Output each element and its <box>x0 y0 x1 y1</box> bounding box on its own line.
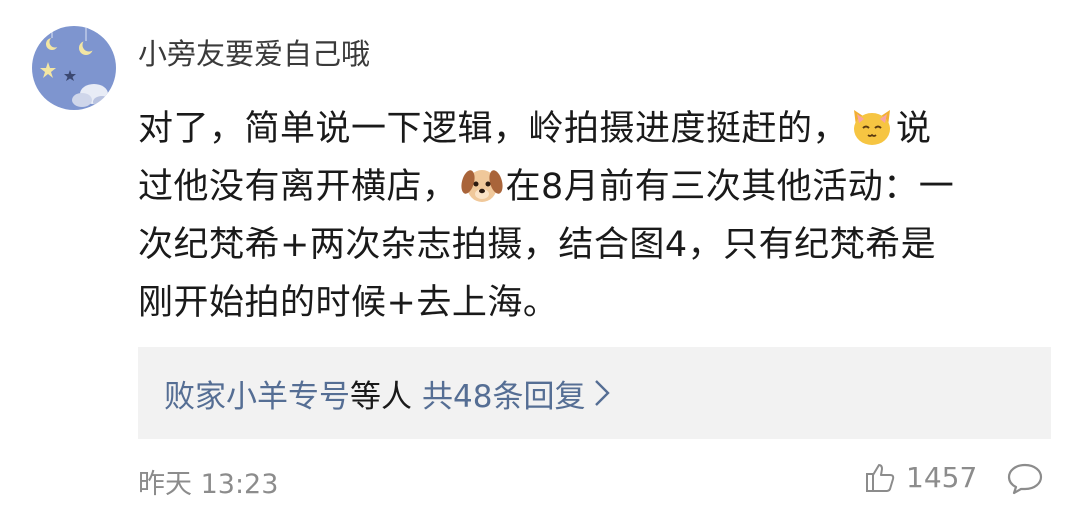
cat-face-icon <box>854 110 891 145</box>
reply-count-link[interactable]: 共48条回复 <box>422 371 585 416</box>
thumbs-up-icon <box>866 464 895 492</box>
reply-button[interactable] <box>1006 462 1044 500</box>
like-count: 1457 <box>906 460 978 494</box>
like-button[interactable]: 1457 <box>864 460 977 494</box>
comment-line-4: 刚开始拍的时候+去上海。 <box>138 283 559 323</box>
comment-card: 小旁友要爱自己哦 对了，简单说一下逻辑，岭拍摄进度挺赶的， 说 过他没有离开横店… <box>0 0 1079 528</box>
chevron-right-icon <box>595 380 611 406</box>
avatar[interactable] <box>32 26 116 110</box>
comment-line-3: 次纪梵希+两次杂志拍摄，结合图4，只有纪梵希是 <box>138 225 937 265</box>
comment-line-2: 过他没有离开横店， 在8月前有三次其他活动：一 <box>138 158 1043 216</box>
dog-face-icon <box>460 170 503 202</box>
comment-bubble-icon <box>1007 463 1043 495</box>
avatar-image <box>32 26 116 110</box>
replies-preview-button[interactable]: 败家小羊专号 等人 共48条回复 <box>138 347 1051 439</box>
comment-timestamp: 昨天 13:23 <box>138 469 279 500</box>
comment-line-1: 对了，简单说一下逻辑，岭拍摄进度挺赶的， 说 <box>138 100 1043 158</box>
username[interactable]: 小旁友要爱自己哦 <box>138 34 370 74</box>
comment-text: 对了，简单说一下逻辑，岭拍摄进度挺赶的， 说 过他没有离开横店， 在8月前有三次… <box>138 100 1043 332</box>
reply-others-label: 等人 <box>350 378 412 415</box>
reply-author-link[interactable]: 败家小羊专号 <box>164 371 350 416</box>
